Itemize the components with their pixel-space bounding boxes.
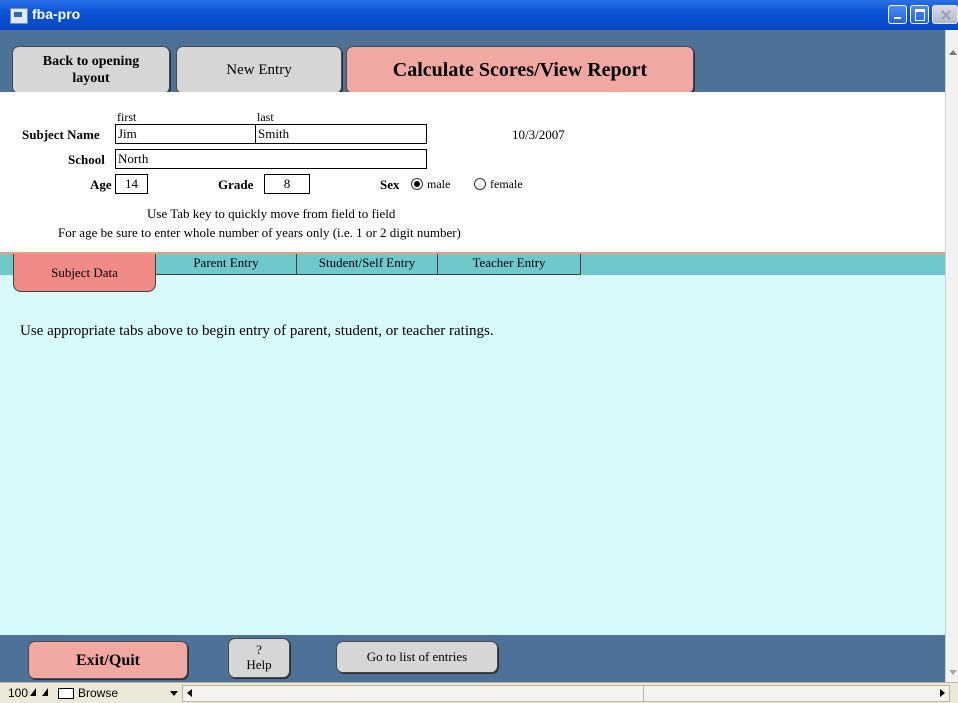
calculate-scores-button[interactable]: Calculate Scores/View Report: [346, 46, 694, 94]
tab-parent-entry[interactable]: Parent Entry: [155, 254, 297, 275]
close-icon[interactable]: [932, 5, 958, 24]
entry-date: 10/3/2007: [512, 127, 565, 142]
tab-panel: Use appropriate tabs above to begin entr…: [0, 275, 945, 635]
last-name-field[interactable]: Smith: [255, 124, 427, 144]
school-field[interactable]: North: [115, 149, 427, 169]
help-button-label: Help: [246, 657, 272, 672]
exit-quit-button[interactable]: Exit/Quit: [28, 641, 188, 679]
minimize-icon[interactable]: [888, 5, 907, 24]
window-title-bar[interactable]: fba-pro: [0, 0, 958, 30]
vertical-scrollbar[interactable]: [945, 30, 958, 684]
go-to-list-button[interactable]: Go to list of entries: [336, 641, 498, 673]
panel-instructions: Use appropriate tabs above to begin entr…: [20, 323, 494, 339]
sex-female-radio[interactable]: [474, 178, 486, 190]
back-button-label-line2: layout: [72, 71, 110, 86]
new-entry-button[interactable]: New Entry: [176, 46, 342, 94]
chevron-down-icon[interactable]: [170, 691, 178, 696]
subject-form: first last Subject Name Jim Smith 10/3/2…: [0, 92, 945, 252]
status-bar: 100 Browse: [0, 682, 958, 703]
subject-name-label: Subject Name: [22, 127, 100, 142]
footer-toolbar: Exit/Quit ? Help Go to list of entries: [0, 635, 945, 682]
zoom-level[interactable]: 100: [8, 686, 28, 700]
maximize-icon[interactable]: [910, 5, 929, 24]
help-question-icon: ?: [256, 642, 262, 657]
help-button[interactable]: ? Help: [228, 638, 290, 678]
tab-student-self-entry[interactable]: Student/Self Entry: [296, 254, 438, 275]
sex-label: Sex: [380, 177, 400, 192]
sex-female-label: female: [490, 177, 523, 191]
last-name-caption: last: [257, 110, 274, 124]
hint-tab-key: Use Tab key to quickly move from field t…: [147, 206, 396, 221]
app-icon: [10, 8, 28, 24]
status-area-toggle-icon[interactable]: [58, 688, 74, 699]
age-label: Age: [90, 177, 112, 192]
horizontal-scrollbar[interactable]: [182, 685, 950, 702]
sex-male-label: male: [427, 177, 451, 191]
grade-label: Grade: [218, 177, 254, 192]
back-to-opening-layout-button[interactable]: Back to opening layout: [12, 46, 170, 94]
grade-field[interactable]: 8: [264, 174, 310, 194]
tab-teacher-entry[interactable]: Teacher Entry: [437, 254, 581, 275]
sex-male-radio[interactable]: [411, 178, 423, 190]
zoom-out-icon[interactable]: [30, 688, 36, 696]
school-label: School: [68, 152, 105, 167]
back-button-label-line1: Back to opening: [42, 54, 140, 69]
first-name-field[interactable]: Jim: [115, 124, 255, 144]
header-toolbar: Back to opening layout New Entry Calcula…: [0, 30, 945, 94]
scroll-left-icon[interactable]: [187, 689, 192, 697]
hint-age-format: For age be sure to enter whole number of…: [58, 225, 461, 240]
window-title: fba-pro: [32, 6, 81, 22]
scroll-up-icon[interactable]: [949, 50, 957, 55]
first-name-caption: first: [117, 110, 137, 124]
scroll-right-icon[interactable]: [940, 689, 945, 697]
age-field[interactable]: 14: [115, 174, 148, 194]
zoom-in-icon[interactable]: [42, 688, 48, 696]
tab-subject-data[interactable]: Subject Data: [13, 254, 156, 292]
scrollbar-divider: [643, 686, 644, 701]
scroll-down-icon[interactable]: [949, 670, 957, 675]
tab-bar: Parent Entry Student/Self Entry Teacher …: [0, 254, 945, 294]
mode-selector[interactable]: Browse: [78, 686, 118, 700]
